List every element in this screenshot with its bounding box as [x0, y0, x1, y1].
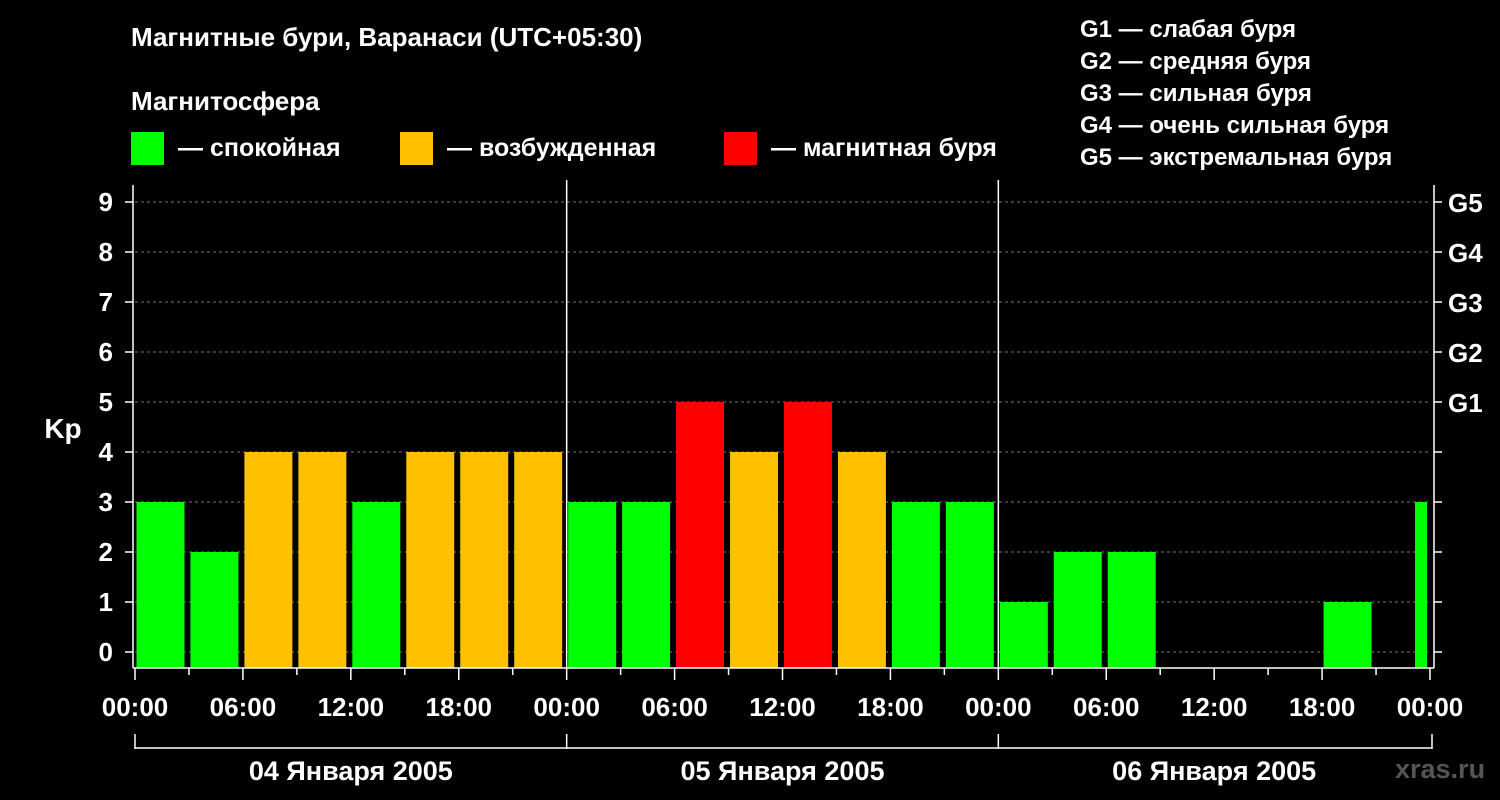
g-level-label-g2: G2 — [1448, 338, 1483, 368]
y-tick-label-2: 2 — [99, 537, 113, 567]
x-tick-label-11: 18:00 — [1289, 692, 1356, 722]
x-tick-label-6: 12:00 — [749, 692, 816, 722]
y-axis-label: Kp — [44, 413, 81, 444]
bar-16 — [999, 602, 1048, 668]
day-label-2: 06 Января 2005 — [1112, 756, 1316, 786]
bar-3 — [298, 452, 347, 668]
y-tick-label-5: 5 — [99, 387, 113, 417]
bar-4 — [352, 502, 401, 668]
g-level-label-g4: G4 — [1448, 238, 1483, 268]
y-tick-label-3: 3 — [99, 487, 113, 517]
y-tick-label-8: 8 — [99, 237, 113, 267]
x-tick-label-2: 12:00 — [318, 692, 385, 722]
watermark: xras.ru — [1395, 754, 1486, 784]
bar-10 — [676, 402, 725, 668]
y-tick-label-1: 1 — [99, 587, 113, 617]
y-tick-label-4: 4 — [99, 437, 114, 467]
bar-15 — [945, 502, 994, 668]
y-tick-label-6: 6 — [99, 337, 113, 367]
x-tick-label-7: 18:00 — [857, 692, 924, 722]
g-level-label-g3: G3 — [1448, 288, 1483, 318]
bar-13 — [837, 452, 886, 668]
bar-18 — [1107, 552, 1156, 668]
bar-8 — [568, 502, 617, 668]
bar-9 — [622, 502, 671, 668]
x-tick-label-0: 00:00 — [102, 692, 169, 722]
bar-1 — [190, 552, 239, 668]
bar-12 — [784, 402, 832, 668]
bar-7 — [514, 452, 563, 668]
x-tick-label-12: 00:00 — [1397, 692, 1464, 722]
x-tick-label-4: 00:00 — [533, 692, 600, 722]
y-tick-label-9: 9 — [99, 187, 113, 217]
bar-5 — [406, 452, 455, 668]
y-tick-label-0: 0 — [99, 637, 113, 667]
day-label-0: 04 Января 2005 — [249, 756, 453, 786]
x-tick-label-10: 12:00 — [1181, 692, 1248, 722]
g-level-label-g5: G5 — [1448, 188, 1483, 218]
kp-bar-chart: 0 1 2 3 4 5 6 7 8 9 G1 G2 G3 G4 G5 Kp 00:00 06:00 12:00 18:… — [44, 180, 1483, 786]
day-label-1: 05 Января 2005 — [681, 756, 885, 786]
bar-11 — [730, 452, 778, 668]
bar-17 — [1053, 552, 1102, 668]
bar-0 — [136, 502, 185, 668]
bar-23 — [1415, 502, 1427, 668]
y-tick-label-7: 7 — [99, 287, 113, 317]
bar-2 — [244, 452, 293, 668]
x-tick-label-1: 06:00 — [210, 692, 277, 722]
x-tick-label-9: 06:00 — [1073, 692, 1140, 722]
x-tick-label-8: 00:00 — [965, 692, 1032, 722]
x-tick-label-3: 18:00 — [426, 692, 493, 722]
bar-6 — [460, 452, 509, 668]
x-tick-label-5: 06:00 — [641, 692, 708, 722]
bar-22 — [1323, 602, 1372, 668]
g-level-label-g1: G1 — [1448, 388, 1483, 418]
bar-14 — [891, 502, 940, 668]
